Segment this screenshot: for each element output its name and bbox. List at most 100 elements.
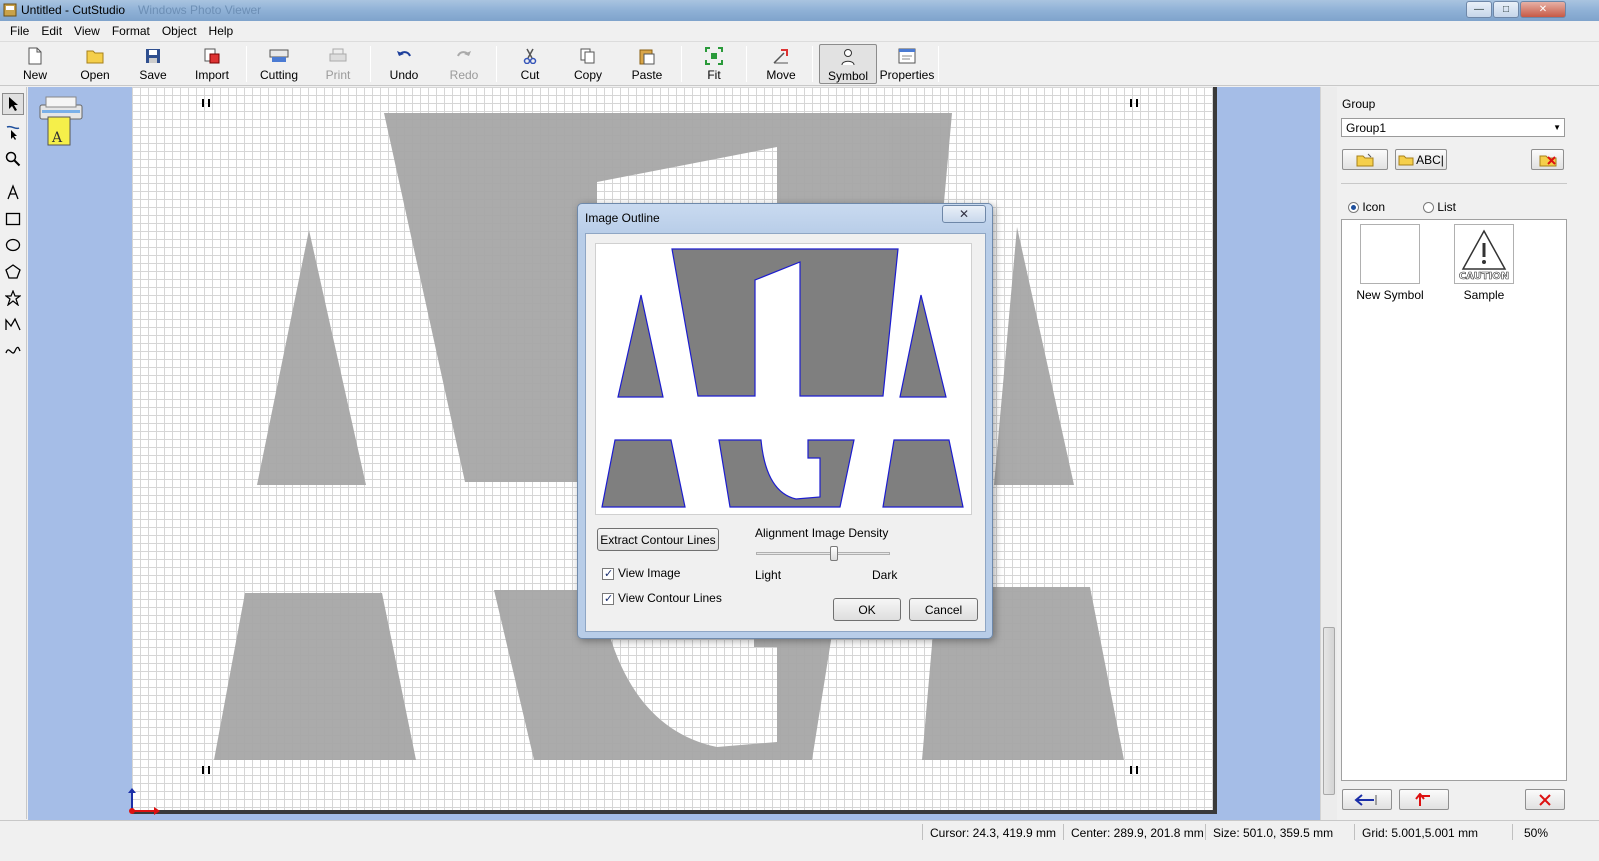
- star-tool[interactable]: [2, 287, 24, 309]
- polygon-tool[interactable]: [2, 261, 24, 283]
- delete-symbol-button[interactable]: [1525, 789, 1565, 810]
- menu-bar: File Edit View Format Object Help: [0, 21, 1599, 42]
- paste-clipboard-icon: [637, 46, 657, 66]
- polyline-icon: [5, 317, 21, 331]
- minimize-button[interactable]: —: [1466, 1, 1492, 18]
- rectangle-icon: [5, 212, 21, 226]
- toolbar-separator: [370, 46, 371, 82]
- view-list-radio[interactable]: List: [1423, 200, 1456, 214]
- move-button[interactable]: Move: [760, 44, 802, 84]
- zoom-tool[interactable]: [2, 148, 24, 170]
- save-disk-icon: [143, 46, 163, 66]
- rename-group-button[interactable]: ABC|: [1395, 149, 1447, 170]
- panel-divider: [1341, 183, 1567, 184]
- window-title-ghost: Windows Photo Viewer: [138, 3, 262, 17]
- density-label: Alignment Image Density: [755, 526, 889, 540]
- menu-object[interactable]: Object: [156, 24, 203, 38]
- register-symbol-button[interactable]: [1342, 789, 1392, 810]
- view-icon-radio[interactable]: Icon: [1348, 200, 1385, 214]
- select-tool[interactable]: [2, 93, 24, 115]
- export-arrow-icon: [1415, 792, 1430, 806]
- register-arrow-icon: [1354, 793, 1377, 806]
- node-edit-tool[interactable]: [2, 121, 24, 143]
- origin-axis-icon: [128, 788, 160, 815]
- group-select[interactable]: Group1 ▼: [1341, 118, 1565, 137]
- undo-button[interactable]: Undo: [384, 44, 424, 84]
- new-group-button[interactable]: [1342, 149, 1388, 170]
- fit-button[interactable]: Fit: [698, 44, 730, 84]
- maximize-button[interactable]: □: [1493, 1, 1519, 18]
- toolbar-separator: [246, 46, 247, 82]
- extract-contour-lines-button[interactable]: Extract Contour Lines: [597, 528, 719, 551]
- ok-button[interactable]: OK: [833, 598, 901, 621]
- folder-delete-icon: [1539, 155, 1556, 166]
- cutter-device-icon[interactable]: A: [36, 95, 88, 147]
- dialog-title: Image Outline: [585, 211, 660, 225]
- new-button[interactable]: New: [14, 44, 56, 84]
- toolbar: New Open Save Import Cutting Print Undo …: [0, 42, 1599, 86]
- status-separator: [1205, 824, 1206, 840]
- print-button[interactable]: Print: [318, 44, 358, 84]
- properties-button[interactable]: Properties: [878, 44, 936, 84]
- export-symbol-button[interactable]: [1399, 789, 1449, 810]
- text-tool[interactable]: [2, 181, 24, 203]
- svg-text:A: A: [51, 130, 63, 146]
- preview-top-center: [671, 248, 899, 397]
- close-window-button[interactable]: ✕: [1520, 1, 1566, 18]
- view-contour-lines-checkbox[interactable]: View Contour Lines: [602, 591, 722, 605]
- registration-mark-bottom-left: [202, 766, 210, 774]
- image-outline-dialog: Image Outline ✕ Extract Contour Lines Al…: [577, 203, 993, 639]
- curve-tool[interactable]: [2, 339, 24, 361]
- menu-file[interactable]: File: [4, 24, 35, 38]
- ellipse-icon: [5, 238, 21, 252]
- registration-mark-top-left: [202, 99, 210, 107]
- menu-help[interactable]: Help: [203, 24, 240, 38]
- rectangle-tool[interactable]: [2, 208, 24, 230]
- vertical-scrollbar[interactable]: [1320, 87, 1337, 820]
- preview-bottom-center: [718, 439, 855, 508]
- menu-view[interactable]: View: [68, 24, 106, 38]
- save-button[interactable]: Save: [132, 44, 174, 84]
- delete-group-button[interactable]: [1531, 149, 1564, 170]
- cancel-button[interactable]: Cancel: [909, 598, 978, 621]
- scrollbar-thumb[interactable]: [1323, 627, 1335, 795]
- cut-button[interactable]: Cut: [512, 44, 548, 84]
- left-triangle-shape[interactable]: [257, 230, 366, 485]
- density-slider-thumb[interactable]: [830, 546, 838, 561]
- fit-icon: [704, 46, 724, 66]
- menu-edit[interactable]: Edit: [35, 24, 68, 38]
- density-slider-track[interactable]: [756, 552, 890, 555]
- caution-icon: CAUTION: [1454, 224, 1514, 284]
- redo-button[interactable]: Redo: [444, 44, 484, 84]
- copy-icon: [578, 46, 598, 66]
- registration-mark-bottom-right: [1130, 766, 1138, 774]
- symbol-new[interactable]: New Symbol: [1350, 224, 1430, 302]
- text-icon: [7, 184, 19, 200]
- bottom-left-shape[interactable]: [214, 593, 416, 760]
- copy-button[interactable]: Copy: [568, 44, 608, 84]
- ellipse-tool[interactable]: [2, 234, 24, 256]
- symbol-list[interactable]: New Symbol CAUTION Sample: [1341, 219, 1567, 781]
- menu-format[interactable]: Format: [106, 24, 156, 38]
- folder-icon: [1398, 155, 1414, 165]
- polyline-tool[interactable]: [2, 313, 24, 335]
- import-button[interactable]: Import: [188, 44, 236, 84]
- toolbar-separator: [496, 46, 497, 82]
- open-button[interactable]: Open: [72, 44, 118, 84]
- dialog-body: Extract Contour Lines Alignment Image De…: [585, 233, 986, 632]
- toolbar-separator: [938, 46, 939, 82]
- cutting-button[interactable]: Cutting: [254, 44, 304, 84]
- right-triangle-shape[interactable]: [994, 227, 1074, 485]
- paste-button[interactable]: Paste: [626, 44, 668, 84]
- outline-preview: [595, 243, 972, 515]
- symbol-sample[interactable]: CAUTION Sample: [1444, 224, 1524, 302]
- view-image-checkbox[interactable]: View Image: [602, 566, 680, 580]
- preview-right-triangle: [899, 294, 947, 398]
- dialog-close-button[interactable]: ✕: [942, 205, 986, 223]
- symbol-button[interactable]: Symbol: [819, 44, 877, 84]
- open-folder-icon: [85, 46, 105, 66]
- symbol-thumbnail: [1360, 224, 1420, 284]
- curve-icon: [5, 346, 21, 354]
- chevron-down-icon: ▼: [1553, 123, 1561, 132]
- scissors-icon: [520, 46, 540, 66]
